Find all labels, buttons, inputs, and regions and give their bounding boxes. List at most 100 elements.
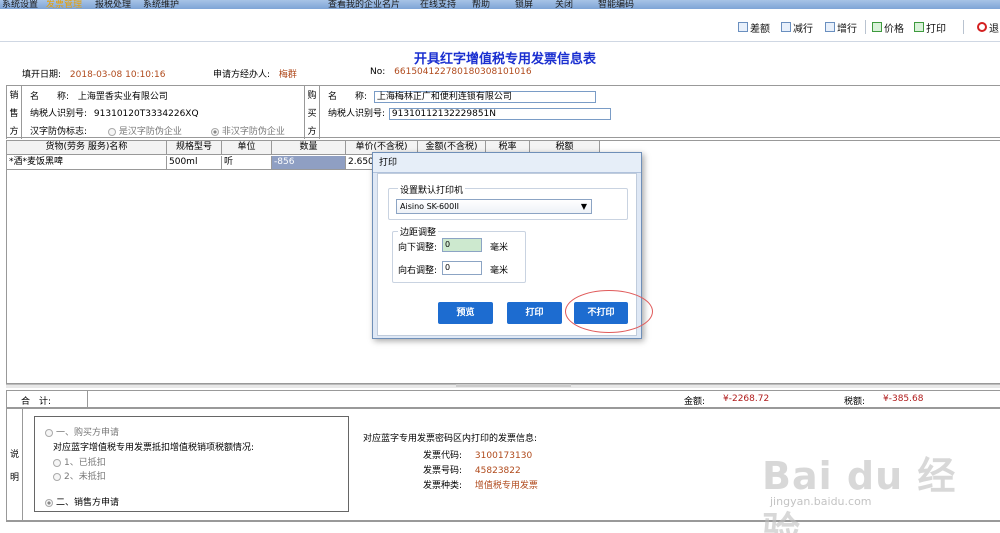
print-button[interactable]: 打印 (914, 20, 946, 35)
remove-row-label: 减行 (793, 23, 813, 35)
deducted-radio[interactable]: 1、已抵扣 (53, 455, 106, 468)
preview-button[interactable]: 预览 (438, 302, 493, 324)
menu-item-system-settings[interactable]: 系统设置 (2, 0, 38, 9)
buyer-apply-radio[interactable]: 一、购买方申请 (45, 425, 119, 438)
buyer-tax-id: 纳税人识别号: 91310112132229851N (328, 106, 611, 120)
seller-side-char: 方 (9, 126, 19, 137)
invoice-number: 发票号码: 45823822 (423, 463, 521, 476)
not-deducted-radio[interactable]: 2、未抵扣 (53, 469, 106, 482)
menu-item-help[interactable]: 帮助 (472, 0, 490, 9)
deduction-caption: 对应蓝字增值税专用发票抵扣增值税销项税额情况: (53, 443, 255, 453)
column-header[interactable]: 数量 (272, 141, 346, 155)
dropdown-arrow-icon: ▼ (580, 202, 587, 211)
anti-fake-no-radio[interactable]: 非汉字防伪企业 (210, 127, 285, 137)
column-header[interactable]: 规格型号 (167, 141, 222, 155)
agent-label: 申请方经办人: (213, 70, 271, 80)
exit-label: 退 (989, 23, 999, 35)
party-section: 销 售 方 名 称: 上海罡香实业有限公司 纳税人识别号: 91310120T3… (6, 85, 1000, 139)
radio-selected-icon (210, 127, 219, 136)
tax-label: 税额: (844, 397, 866, 407)
menu-item-smart-code[interactable]: 智能编码 (598, 0, 634, 9)
seller-tax-id: 纳税人识别号: 91310120T3334226XQ (30, 106, 199, 119)
down-adjust-input[interactable]: 0 (442, 238, 482, 252)
seller-tax-label: 纳税人识别号: (30, 109, 88, 119)
menu-item-close[interactable]: 关闭 (555, 0, 573, 9)
notes-side-char: 说 (9, 449, 19, 460)
remove-row-icon (781, 22, 791, 32)
seller-tax-value: 91310120T3334226XQ (93, 109, 199, 119)
seller-apply-label: 二、销售方申请 (56, 498, 120, 508)
no-print-button[interactable]: 不打印 (574, 302, 628, 324)
print-label: 打印 (926, 23, 946, 35)
seller-name-label: 名 称: (30, 92, 70, 102)
down-unit-label: 毫米 (490, 243, 509, 253)
buyer-name-field[interactable]: 上海梅林正广和便利连锁有限公司 (373, 90, 596, 103)
invoice-kind: 发票种类: 增值税专用发票 (423, 478, 538, 491)
diff-icon (738, 22, 748, 32)
buyer-side-char: 方 (307, 126, 317, 137)
seller-apply-radio[interactable]: 二、销售方申请 (45, 495, 119, 508)
splitter-handle[interactable] (456, 384, 571, 387)
invoice-code-label: 发票代码: (423, 451, 463, 461)
menu-item-company-card[interactable]: 查看我的企业名片 (328, 0, 400, 9)
column-header[interactable]: 单位 (222, 141, 272, 155)
price-button[interactable]: 价格 (872, 20, 904, 35)
radio-icon (53, 458, 61, 467)
menu-item-tax-filing[interactable]: 报税处理 (95, 0, 131, 9)
buyer-name: 名 称: 上海梅林正广和便利连锁有限公司 (328, 89, 596, 103)
invoice-kind-label: 发票种类: (423, 481, 463, 491)
menu-item-system-maintenance[interactable]: 系统维护 (143, 0, 179, 9)
printer-group-label: 设置默认打印机 (398, 183, 466, 196)
grid-splitter[interactable] (6, 384, 1000, 388)
menu-item-invoice-management[interactable]: 发票管理 (46, 0, 82, 9)
anti-fake-label: 汉字防伪标志: (30, 127, 88, 137)
buyer-apply-label: 一、购买方申请 (56, 428, 120, 438)
table-cell[interactable]: 500ml (167, 156, 222, 170)
anti-fake-yes-label: 是汉字防伪企业 (118, 127, 182, 137)
print-dialog: 打印 设置默认打印机 Aisino SK-600II ▼ 边距调整 向下调整: … (372, 152, 642, 339)
agent-value: 梅群 (278, 70, 297, 80)
totals-label: 合 计: (21, 397, 52, 407)
watermark-brand: Bai du 经验 (762, 454, 957, 533)
diff-label: 差额 (750, 23, 770, 35)
right-adjust-input[interactable]: 0 (442, 261, 482, 275)
seller-name: 名 称: 上海罡香实业有限公司 (30, 89, 168, 102)
buyer-tax-field[interactable]: 91310112132229851N (388, 107, 611, 120)
print-confirm-button[interactable]: 打印 (507, 302, 562, 324)
buyer-side-char: 购 (307, 91, 317, 102)
buyer-name-label: 名 称: (328, 92, 368, 102)
agent: 申请方经办人: 梅群 (213, 67, 297, 80)
anti-fake-yes-radio[interactable]: 是汉字防伪企业 (107, 127, 182, 137)
table-cell-selected[interactable]: -856 (272, 156, 346, 170)
notes-side-char: 明 (9, 472, 19, 483)
invoice-code-value: 3100173130 (474, 451, 533, 461)
add-row-icon (825, 22, 835, 32)
margin-group-label: 边距调整 (398, 225, 439, 238)
invoice-number-value: 45823822 (474, 466, 521, 476)
diff-button[interactable]: 差额 (738, 20, 770, 35)
radio-icon (53, 472, 61, 481)
totals-divider (87, 391, 88, 407)
remove-row-button[interactable]: 减行 (781, 20, 813, 35)
page-title: 开具红字增值税专用发票信息表 (413, 52, 596, 67)
table-cell[interactable]: *酒*麦饭黑啤 (7, 156, 167, 170)
anti-fake-no-label: 非汉字防伪企业 (221, 127, 285, 137)
right-unit-label: 毫米 (490, 266, 509, 276)
watermark-url: jingyan.baidu.com (770, 495, 872, 508)
printer-select[interactable]: Aisino SK-600II ▼ (396, 199, 592, 214)
form-number-label: No: (370, 67, 386, 77)
table-cell[interactable]: 听 (222, 156, 272, 170)
column-header[interactable]: 货物(劳务 服务)名称 (7, 141, 167, 155)
applicant-box: 一、购买方申请 对应蓝字增值税专用发票抵扣增值税销项税额情况: 1、已抵扣 2、… (34, 416, 349, 512)
exit-button[interactable]: 退 (977, 20, 999, 35)
price-icon (872, 22, 882, 32)
seller-side-char: 销 (9, 91, 19, 102)
menu-item-online-support[interactable]: 在线支持 (420, 0, 456, 9)
invoice-kind-value: 增值税专用发票 (474, 481, 538, 491)
radio-icon (45, 428, 53, 437)
blue-invoice-title: 对应蓝字专用发票密码区内打印的发票信息: (363, 434, 538, 444)
add-row-button[interactable]: 增行 (825, 20, 857, 35)
form-number: No: 661504122780180308101016 (370, 67, 532, 77)
menu-item-lock[interactable]: 锁屏 (515, 0, 533, 9)
menu-bar: 系统设置 发票管理 报税处理 系统维护 查看我的企业名片 在线支持 帮助 锁屏 … (0, 0, 1000, 9)
